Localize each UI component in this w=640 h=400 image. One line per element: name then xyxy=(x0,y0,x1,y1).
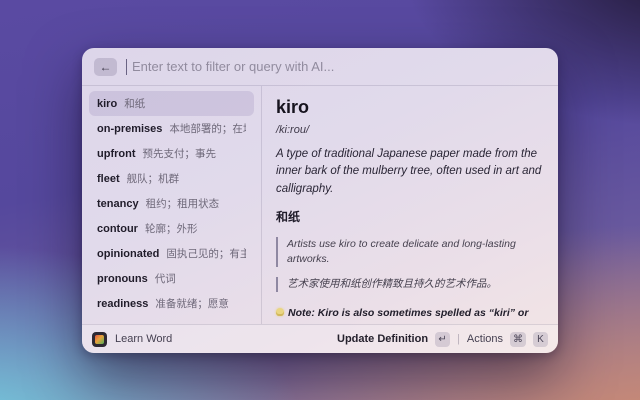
list-item-on-premises[interactable]: on-premises 本地部署的；在场所内的 xyxy=(89,116,254,141)
list-item-contour[interactable]: contour 轮廓；外形 xyxy=(89,216,254,241)
k-key-icon: K xyxy=(533,331,548,347)
usage-note-text: Note: Kiro is also sometimes spelled as … xyxy=(288,307,529,320)
list-item-readiness[interactable]: readiness 准备就绪；愿意 xyxy=(89,291,254,316)
word-label: upfront xyxy=(97,147,136,160)
content-area: kiro 和纸 on-premises 本地部署的；在场所内的 upfront … xyxy=(82,86,558,324)
word-label: opinionated xyxy=(97,247,160,260)
list-item-tenancy[interactable]: tenancy 租约；租用状态 xyxy=(89,191,254,216)
chinese-term: 和纸 xyxy=(276,209,301,224)
list-item-pronouns[interactable]: pronouns 代词 xyxy=(89,266,254,291)
word-translation: 代词 xyxy=(154,273,176,285)
word-title: kiro xyxy=(276,97,310,117)
word-translation: 本地部署的；在场所内的 xyxy=(169,123,246,135)
word-translation: 舰队；机群 xyxy=(126,173,180,185)
usage-note: Note: Kiro is also sometimes spelled as … xyxy=(276,305,544,324)
return-key-icon: ↵ xyxy=(435,331,451,347)
definition-panel: kiro /ki:rou/ A type of traditional Japa… xyxy=(262,86,558,324)
search-bar: ← xyxy=(82,48,558,86)
update-definition-button[interactable]: Update Definition xyxy=(337,333,428,345)
word-translation: 和纸 xyxy=(124,98,146,110)
lightbulb-icon xyxy=(276,308,284,317)
list-item-kiro[interactable]: kiro 和纸 xyxy=(89,91,254,116)
learn-word-window: ← kiro 和纸 on-premises 本地部署的；在场所内的 upfron… xyxy=(82,48,558,353)
word-label: on-premises xyxy=(97,122,163,135)
word-translation: 租约；租用状态 xyxy=(145,198,220,210)
app-name: Learn Word xyxy=(115,333,173,345)
word-label: pronouns xyxy=(97,272,148,285)
list-item-upfront[interactable]: upfront 预先支付；事先 xyxy=(89,141,254,166)
word-translation: 固执己见的；有主见的 xyxy=(166,248,246,260)
app-logo-icon xyxy=(92,331,107,347)
word-translation: 准备就绪；愿意 xyxy=(155,298,229,310)
list-item-opinionated[interactable]: opinionated 固执己见的；有主见的 xyxy=(89,241,254,266)
cmd-key-icon: ⌘ xyxy=(510,331,526,347)
back-button[interactable]: ← xyxy=(94,57,117,76)
list-item-fleet[interactable]: fleet 舰队；机群 xyxy=(89,166,254,191)
word-label: tenancy xyxy=(97,197,139,210)
text-caret xyxy=(126,58,127,75)
word-translation: 预先支付；事先 xyxy=(142,148,216,160)
example-sentence-zh: 艺术家使用和纸创作精致且持久的艺术作品。 xyxy=(276,277,544,293)
action-bar: Learn Word Update Definition ↵ | Actions… xyxy=(82,324,558,353)
definition-text: A type of traditional Japanese paper mad… xyxy=(276,148,542,195)
actions-button[interactable]: Actions xyxy=(467,333,503,345)
word-list: kiro 和纸 on-premises 本地部署的；在场所内的 upfront … xyxy=(82,86,262,324)
example-sentence-en: Artists use kiro to create delicate and … xyxy=(276,236,544,268)
word-translation: 轮廓；外形 xyxy=(144,223,198,235)
search-input[interactable] xyxy=(132,59,546,74)
phonetic: /ki:rou/ xyxy=(276,124,310,136)
back-arrow-icon: ← xyxy=(99,59,112,74)
word-label: readiness xyxy=(97,297,149,310)
word-label: contour xyxy=(97,222,138,235)
action-bar-right: Update Definition ↵ | Actions ⌘ K xyxy=(337,331,548,347)
toolbar-separator: | xyxy=(457,333,460,345)
word-label: kiro xyxy=(97,97,118,110)
word-label: fleet xyxy=(97,172,120,185)
